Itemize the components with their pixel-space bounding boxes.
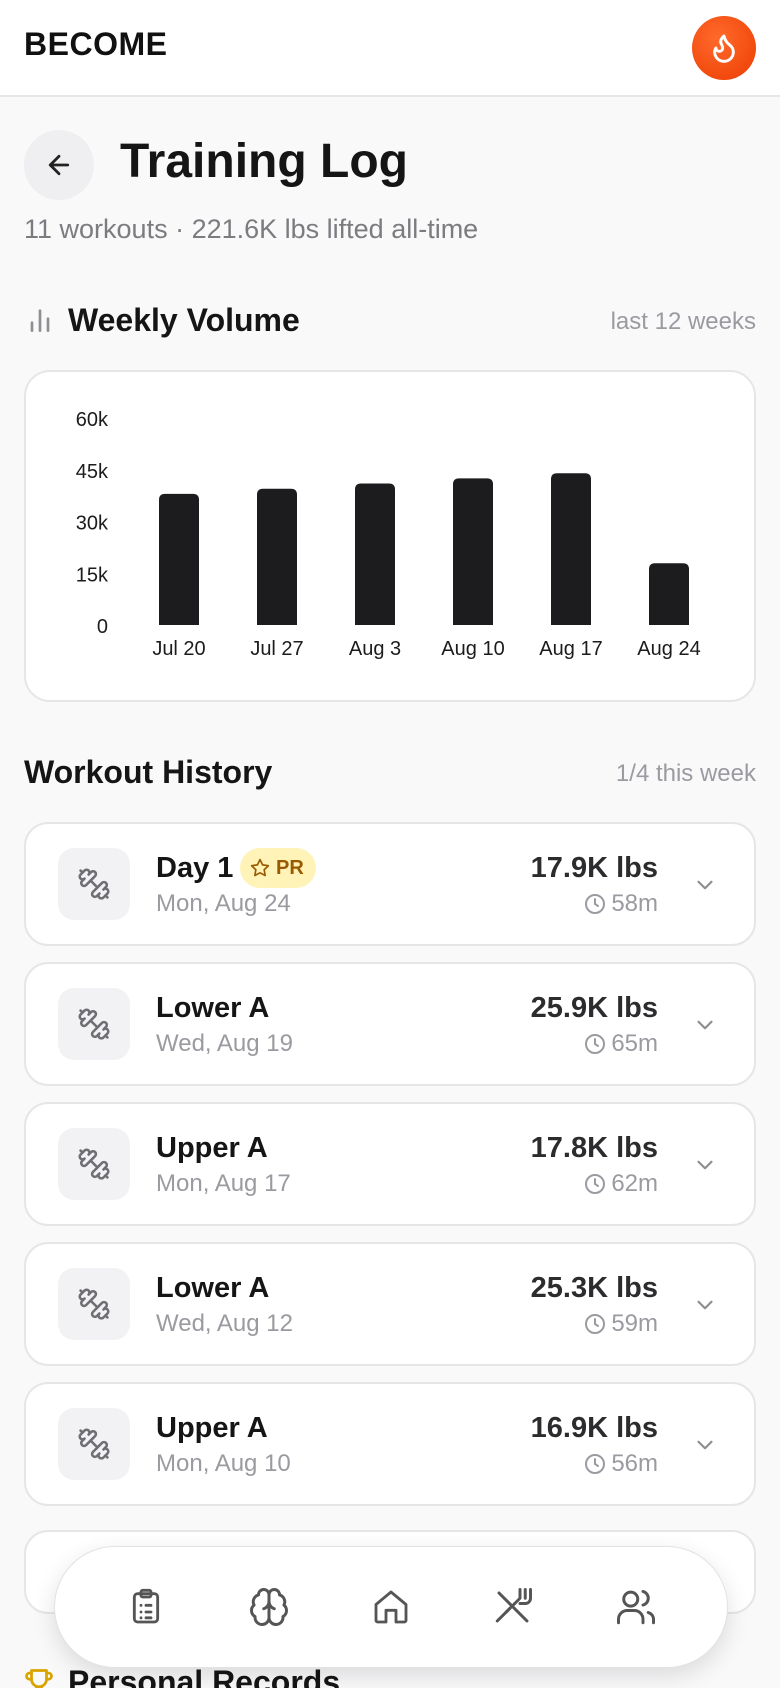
trophy-icon xyxy=(25,1668,53,1688)
dumbbell-icon xyxy=(78,1288,110,1320)
y-tick-label: 45k xyxy=(76,461,109,483)
volume-bar[interactable] xyxy=(649,563,689,625)
workout-date: Mon, Aug 10 xyxy=(156,1450,291,1477)
week-progress: 1/4 this week xyxy=(615,760,756,787)
y-tick-label: 0 xyxy=(97,616,108,638)
workout-name: Lower A xyxy=(156,1272,270,1304)
chevron-down-icon[interactable] xyxy=(692,1152,718,1178)
workout-name: Upper A xyxy=(156,1132,268,1164)
weekly-volume-chart-card: 0 15k 30k 45k 60k Jul 20 Jul 27 Aug 3 Aug 10 Aug … xyxy=(24,370,756,702)
workout-name: Upper A xyxy=(156,1412,268,1444)
y-tick-label: 60k xyxy=(76,409,109,431)
training-log-screen: BECOME Training Log 11 workouts · 221.6K… xyxy=(0,0,780,1688)
weekly-volume-title: Weekly Volume xyxy=(68,302,300,338)
workout-volume: 25.3K lbs xyxy=(530,1272,658,1304)
workout-date: Wed, Aug 19 xyxy=(156,1030,293,1057)
workout-icon-tile xyxy=(58,1268,130,1340)
brain-icon xyxy=(249,1588,288,1626)
nav-community[interactable] xyxy=(601,1572,671,1642)
workout-duration: 58m xyxy=(583,890,658,918)
top-bar: BECOME xyxy=(0,0,780,97)
workout-duration-value: 65m xyxy=(611,1030,658,1057)
workout-duration-value: 58m xyxy=(611,890,658,917)
workout-duration-value: 62m xyxy=(611,1170,658,1197)
y-tick-label: 15k xyxy=(76,564,109,586)
workout-icon-tile xyxy=(58,1408,130,1480)
bar-chart-icon xyxy=(30,309,50,332)
dumbbell-icon xyxy=(78,1428,110,1460)
back-button[interactable] xyxy=(24,130,94,200)
workout-duration-value: 59m xyxy=(611,1310,658,1337)
volume-bar[interactable] xyxy=(453,478,493,625)
volume-bar[interactable] xyxy=(551,473,591,625)
workout-duration: 56m xyxy=(583,1450,658,1478)
workout-row[interactable]: Lower A Wed, Aug 12 25.3K lbs 59m xyxy=(24,1242,756,1366)
weekly-volume-range: last 12 weeks xyxy=(610,308,756,335)
clock-icon xyxy=(585,1454,606,1474)
clock-icon xyxy=(585,1314,606,1334)
workout-duration-value: 56m xyxy=(611,1450,658,1477)
chevron-down-icon[interactable] xyxy=(692,872,718,898)
workout-row[interactable]: Lower A Wed, Aug 19 25.9K lbs 65m xyxy=(24,962,756,1086)
bottom-nav xyxy=(54,1546,728,1668)
streak-button[interactable] xyxy=(692,16,756,80)
y-tick-label: 30k xyxy=(76,513,109,535)
x-tick-label: Aug 3 xyxy=(349,638,401,660)
nav-log[interactable] xyxy=(111,1572,181,1642)
arrow-left-icon xyxy=(48,154,70,176)
dumbbell-icon xyxy=(78,868,110,900)
workout-volume: 25.9K lbs xyxy=(530,992,658,1024)
nav-home[interactable] xyxy=(356,1572,426,1642)
brand-logo[interactable]: BECOME xyxy=(24,26,167,63)
x-tick-label: Jul 20 xyxy=(152,638,205,660)
x-tick-label: Aug 24 xyxy=(637,638,700,660)
pr-badge-label: PR xyxy=(276,856,304,879)
workout-volume: 16.9K lbs xyxy=(530,1412,658,1444)
pr-badge: PR xyxy=(240,848,316,888)
dumbbell-icon xyxy=(78,1008,110,1040)
workout-history-title: Workout History xyxy=(24,754,273,790)
workout-volume: 17.8K lbs xyxy=(530,1132,658,1164)
page-title: Training Log xyxy=(120,135,408,188)
chevron-down-icon[interactable] xyxy=(692,1432,718,1458)
nav-nutrition[interactable] xyxy=(478,1572,548,1642)
workout-date: Mon, Aug 17 xyxy=(156,1170,291,1197)
workout-duration: 65m xyxy=(583,1030,658,1058)
workout-date: Wed, Aug 12 xyxy=(156,1310,293,1337)
volume-bar[interactable] xyxy=(159,493,199,625)
workout-duration: 62m xyxy=(583,1170,658,1198)
clock-icon xyxy=(585,894,606,914)
community-icon xyxy=(616,1589,655,1625)
workout-row[interactable]: Upper A Mon, Aug 10 16.9K lbs 56m xyxy=(24,1382,756,1506)
workout-icon-tile xyxy=(58,1128,130,1200)
workout-row[interactable]: Upper A Mon, Aug 17 17.8K lbs 62m xyxy=(24,1102,756,1226)
weekly-volume-chart: 0 15k 30k 45k 60k Jul 20 Jul 27 Aug 3 Aug 10 Aug … xyxy=(76,409,701,660)
x-tick-label: Aug 10 xyxy=(441,638,504,660)
workout-name: Day 1 xyxy=(156,852,234,884)
workout-icon-tile xyxy=(58,848,130,920)
page-subtitle: 11 workouts · 221.6K lbs lifted all-time xyxy=(24,214,479,244)
nav-mind[interactable] xyxy=(234,1572,304,1642)
x-tick-label: Jul 27 xyxy=(250,638,303,660)
clipboard-icon xyxy=(133,1588,160,1624)
nutrition-icon xyxy=(496,1588,533,1623)
workout-name: Lower A xyxy=(156,992,270,1024)
flame-icon xyxy=(713,34,735,63)
clock-icon xyxy=(585,1034,606,1054)
dumbbell-icon xyxy=(78,1148,110,1180)
clock-icon xyxy=(585,1174,606,1194)
volume-bar[interactable] xyxy=(257,488,297,625)
workout-date: Mon, Aug 24 xyxy=(156,890,291,917)
chevron-down-icon[interactable] xyxy=(692,1292,718,1318)
star-icon xyxy=(250,858,270,877)
workout-row[interactable]: Day 1 PR Mon, Aug 24 17.9K lbs 58m xyxy=(24,822,756,946)
x-tick-label: Aug 17 xyxy=(539,638,602,660)
workout-icon-tile xyxy=(58,988,130,1060)
workout-duration: 59m xyxy=(583,1310,658,1338)
volume-bar[interactable] xyxy=(355,483,395,625)
home-icon xyxy=(374,1590,408,1624)
workout-volume: 17.9K lbs xyxy=(530,852,658,884)
chevron-down-icon[interactable] xyxy=(692,1012,718,1038)
